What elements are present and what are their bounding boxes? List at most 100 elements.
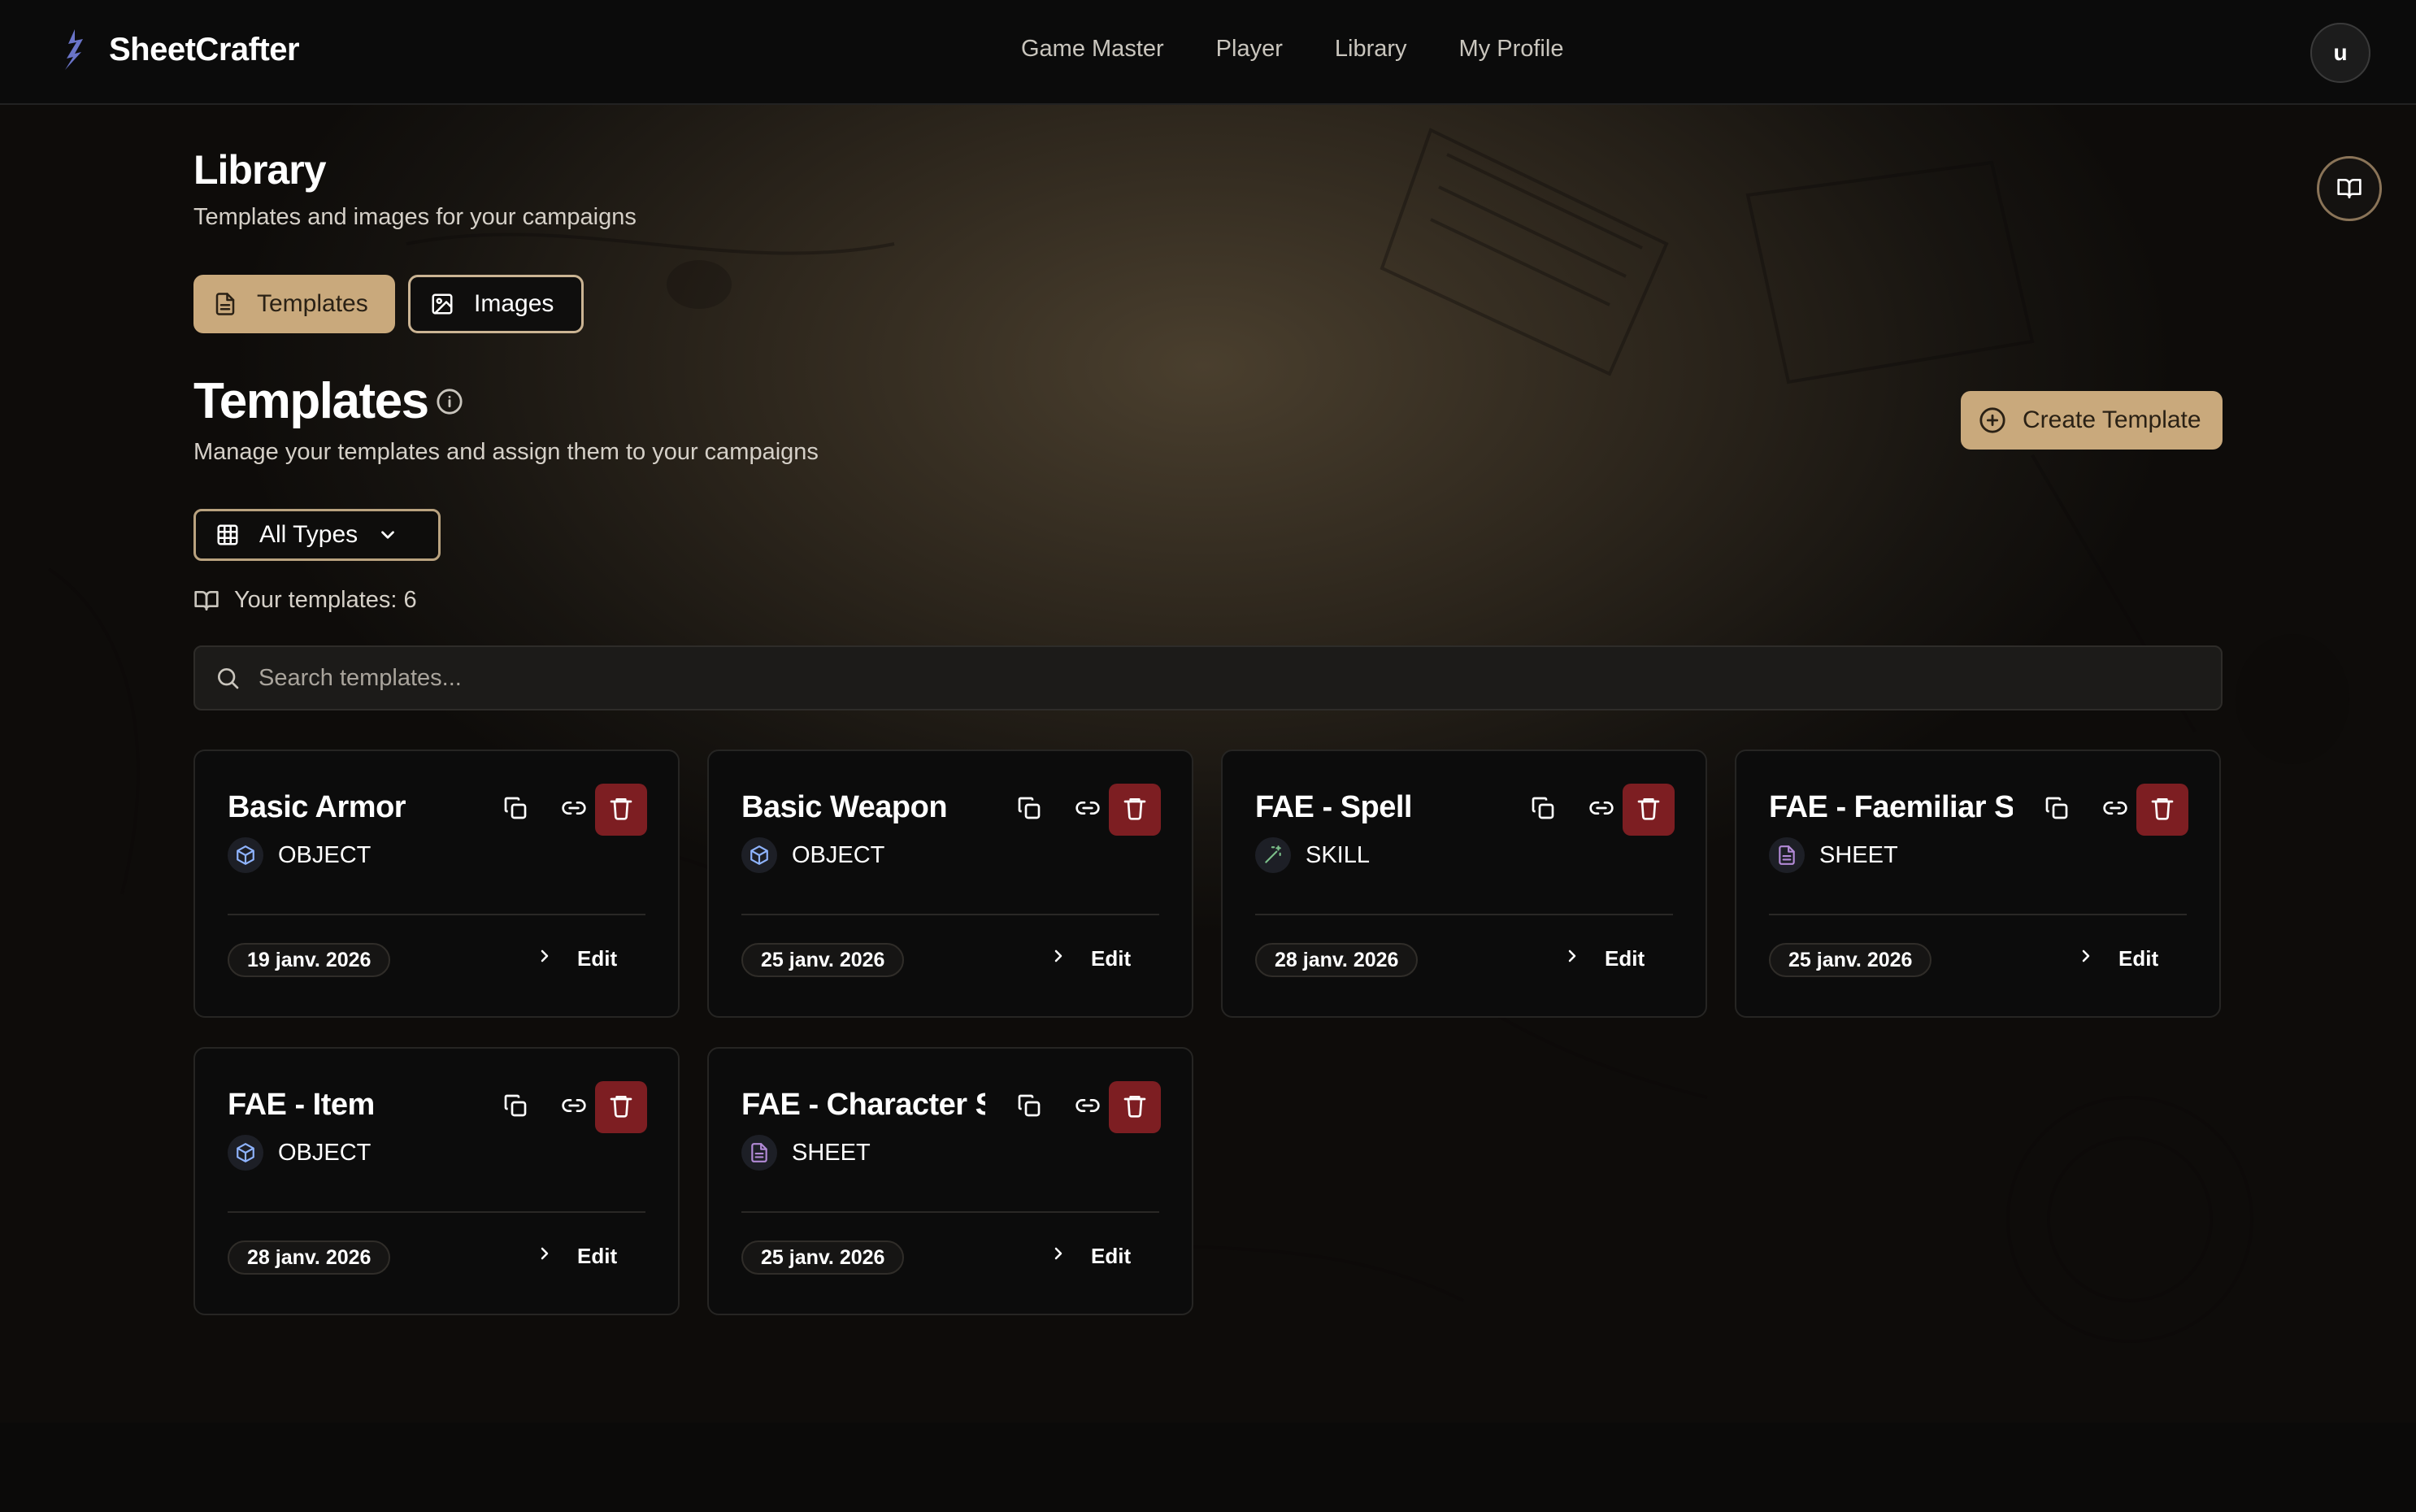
template-card[interactable]: FAE - Character Sheet SHEET 25 janv. 2026 E… <box>707 1047 1193 1315</box>
share-link-button[interactable] <box>548 1081 600 1133</box>
share-link-button[interactable] <box>1062 1081 1114 1133</box>
delete-button[interactable] <box>1623 784 1675 836</box>
page-title: Library <box>193 147 327 193</box>
edit-label: Edit <box>1605 946 1645 971</box>
nav-my-profile[interactable]: My Profile <box>1459 36 1564 63</box>
template-date: 28 janv. 2026 <box>228 1240 391 1275</box>
app-name: SheetCrafter <box>109 31 300 67</box>
search-input[interactable] <box>257 663 2201 693</box>
tab-images[interactable]: Images <box>408 275 584 333</box>
template-name: FAE - Spell <box>1255 790 1412 824</box>
template-type-label: SHEET <box>792 1139 871 1166</box>
link-icon <box>561 795 587 825</box>
delete-button[interactable] <box>595 784 647 836</box>
edit-link[interactable]: Edit <box>535 946 617 971</box>
copy-icon <box>2044 795 2070 825</box>
brand[interactable]: SheetCrafter <box>57 28 300 72</box>
nav-player[interactable]: Player <box>1216 36 1283 63</box>
link-icon <box>1075 1093 1101 1123</box>
duplicate-button[interactable] <box>1003 784 1055 836</box>
chevron-right-icon <box>1562 946 1582 971</box>
template-name: Basic Armor <box>228 790 406 824</box>
template-card[interactable]: FAE - Spell SKILL 28 janv. 2026 Edit <box>1221 749 1707 1018</box>
share-link-button[interactable] <box>2089 784 2141 836</box>
template-card[interactable]: FAE - Item OBJECT 28 janv. 2026 Edit <box>193 1047 680 1315</box>
duplicate-button[interactable] <box>2031 784 2083 836</box>
template-type-label: OBJECT <box>278 841 372 868</box>
delete-button[interactable] <box>1109 784 1161 836</box>
duplicate-button[interactable] <box>1003 1081 1055 1133</box>
share-link-button[interactable] <box>1062 784 1114 836</box>
cube-icon <box>741 837 777 873</box>
link-icon <box>1075 795 1101 825</box>
copy-icon <box>502 1093 528 1123</box>
chevron-right-icon <box>1049 946 1068 971</box>
delete-button[interactable] <box>2136 784 2188 836</box>
main-nav: Game Master Player Library My Profile <box>1021 36 1563 63</box>
chevron-right-icon <box>535 1244 554 1269</box>
copy-icon <box>1530 795 1556 825</box>
type-filter-select[interactable]: All Types <box>193 509 441 561</box>
edit-link[interactable]: Edit <box>1049 946 1131 971</box>
copy-icon <box>1016 795 1042 825</box>
trash-icon <box>608 795 634 825</box>
create-template-button[interactable]: Create Template <box>1961 391 2223 450</box>
tab-templates[interactable]: Templates <box>193 275 395 333</box>
template-type-label: SKILL <box>1306 841 1370 868</box>
user-avatar[interactable]: u <box>2310 23 2370 83</box>
edit-label: Edit <box>2118 946 2159 971</box>
delete-button[interactable] <box>595 1081 647 1133</box>
file-text-icon <box>215 293 235 315</box>
page-bottom <box>0 1423 2416 1512</box>
wand-icon <box>1255 837 1291 873</box>
top-navbar: SheetCrafter Game Master Player Library … <box>0 0 2416 105</box>
template-card[interactable]: FAE - Faemiliar Sheet SHEET 25 janv. 2026 E… <box>1735 749 2221 1018</box>
quill-logo-icon <box>65 29 83 70</box>
card-divider <box>228 1211 645 1213</box>
link-icon <box>2102 795 2128 825</box>
cube-icon <box>228 1135 263 1171</box>
template-type-label: SHEET <box>1819 841 1898 868</box>
templates-count: Your templates: 6 <box>193 587 417 614</box>
delete-button[interactable] <box>1109 1081 1161 1133</box>
template-card[interactable]: Basic Armor OBJECT 19 janv. 2026 Edit <box>193 749 680 1018</box>
nav-game-master[interactable]: Game Master <box>1021 36 1164 63</box>
type-filter-value: All Types <box>259 521 358 548</box>
page-subtitle: Templates and images for your campaigns <box>193 204 637 230</box>
create-template-label: Create Template <box>2023 406 2201 433</box>
card-divider <box>1255 914 1673 915</box>
section-title: Templates <box>193 373 429 429</box>
duplicate-button[interactable] <box>489 784 541 836</box>
duplicate-button[interactable] <box>1517 784 1569 836</box>
card-divider <box>741 1211 1159 1213</box>
book-open-icon <box>194 590 219 610</box>
open-book-button[interactable] <box>2317 156 2382 221</box>
trash-icon <box>1636 795 1662 825</box>
template-type: OBJECT <box>741 837 884 873</box>
duplicate-button[interactable] <box>489 1081 541 1133</box>
link-icon <box>561 1093 587 1123</box>
nav-library[interactable]: Library <box>1335 36 1407 63</box>
plus-circle-icon <box>1979 407 2005 433</box>
edit-link[interactable]: Edit <box>2076 946 2158 971</box>
edit-link[interactable]: Edit <box>1049 1244 1131 1269</box>
info-icon[interactable] <box>436 388 463 415</box>
edit-label: Edit <box>1091 1244 1132 1268</box>
edit-link[interactable]: Edit <box>535 1244 617 1269</box>
template-date: 25 janv. 2026 <box>741 943 905 977</box>
template-name: FAE - Item <box>228 1088 375 1122</box>
grid-icon <box>217 524 238 545</box>
template-type: SKILL <box>1255 837 1370 873</box>
section-subtitle: Manage your templates and assign them to… <box>193 439 819 465</box>
edit-link[interactable]: Edit <box>1562 946 1645 971</box>
share-link-button[interactable] <box>1575 784 1627 836</box>
cube-icon <box>228 837 263 873</box>
edit-label: Edit <box>1091 946 1132 971</box>
tab-templates-label: Templates <box>257 290 368 317</box>
template-name: FAE - Character Sheet <box>741 1088 985 1122</box>
edit-label: Edit <box>577 946 618 971</box>
search-icon <box>218 668 239 689</box>
share-link-button[interactable] <box>548 784 600 836</box>
template-card[interactable]: Basic Weapon OBJECT 25 janv. 2026 Edit <box>707 749 1193 1018</box>
template-type: OBJECT <box>228 1135 371 1171</box>
